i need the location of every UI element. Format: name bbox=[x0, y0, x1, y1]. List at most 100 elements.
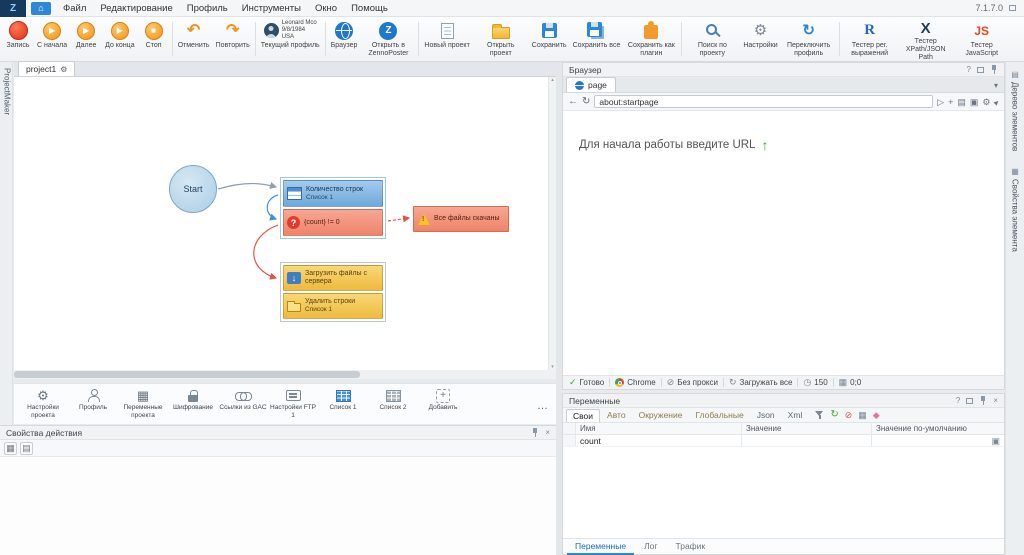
tab-element-tree[interactable]: ▤ Дерево элементов bbox=[1011, 70, 1020, 151]
step-next-button[interactable]: ▶ Далее bbox=[70, 18, 102, 60]
tab-json[interactable]: Json bbox=[751, 409, 781, 421]
pin-icon[interactable] bbox=[979, 396, 987, 405]
profile-item[interactable]: Профиль bbox=[68, 387, 118, 412]
project-settings-item[interactable]: ⚙ Настройки проекта bbox=[18, 387, 68, 419]
row-selector[interactable] bbox=[563, 435, 576, 446]
pin-icon[interactable] bbox=[531, 428, 539, 437]
add-tab-icon[interactable]: + bbox=[948, 97, 953, 107]
flow-canvas[interactable]: Start Количество строк Список 1 ? {count… bbox=[14, 77, 548, 370]
tab-xml[interactable]: Xml bbox=[782, 409, 809, 421]
help-icon[interactable]: ? bbox=[967, 65, 971, 74]
tab-list-dropdown-icon[interactable]: ▾ bbox=[988, 81, 1004, 92]
regex-tester-button[interactable]: R Тестер рег. выражений bbox=[842, 18, 898, 60]
save-all-button[interactable]: Сохранить все bbox=[570, 18, 624, 60]
list2-item[interactable]: Список 2 bbox=[368, 387, 418, 412]
tab-log[interactable]: Лог bbox=[636, 540, 665, 553]
copy-icon[interactable]: ▣ bbox=[991, 436, 1000, 445]
gac-links-item[interactable]: Ссылки из GAC bbox=[218, 387, 268, 412]
tab-traffic[interactable]: Трафик bbox=[668, 540, 714, 553]
page-source-icon[interactable]: ▤ bbox=[957, 97, 966, 107]
project-variables-item[interactable]: ▦ Переменные проекта bbox=[118, 387, 168, 419]
column-default[interactable]: Значение по-умолчанию bbox=[872, 423, 1004, 434]
categorized-view-button[interactable]: ▦ bbox=[4, 442, 17, 455]
redo-button[interactable]: ↷ Повторить bbox=[213, 18, 253, 60]
scrollbar-thumb[interactable] bbox=[14, 371, 360, 378]
browser-viewport[interactable]: Для начала работы введите URL ↑ bbox=[563, 111, 1004, 375]
filter-icon[interactable] bbox=[815, 411, 824, 420]
switch-profile-button[interactable]: ↻ Переключить профиль bbox=[781, 18, 837, 60]
proxy-selector[interactable]: ⊘Без прокси bbox=[667, 377, 718, 388]
close-icon[interactable]: × bbox=[545, 428, 550, 437]
delete-rows-block[interactable]: Удалить строки Список 1 bbox=[283, 293, 383, 319]
note-block[interactable]: ! Все файлы скачаны bbox=[413, 206, 509, 232]
variable-name-cell[interactable]: count bbox=[576, 435, 742, 446]
open-in-zennoposter-button[interactable]: Z Открыть в ZennoPoster bbox=[360, 18, 416, 60]
pointer-icon[interactable]: ▸ bbox=[992, 96, 1002, 106]
count-rows-block[interactable]: Количество строк Список 1 bbox=[283, 180, 383, 207]
play-from-start-button[interactable]: ▶ С начала bbox=[34, 18, 70, 60]
maximize-icon[interactable] bbox=[977, 67, 984, 73]
refresh-icon[interactable]: ↻ bbox=[830, 410, 838, 420]
back-icon[interactable]: ← bbox=[568, 97, 578, 107]
pin-icon[interactable] bbox=[990, 65, 998, 74]
tab-own-variables[interactable]: Свои bbox=[566, 409, 600, 422]
tab-element-properties[interactable]: ▦ Свойства элемента bbox=[1011, 167, 1020, 252]
close-icon[interactable]: × bbox=[993, 396, 998, 405]
maximize-icon[interactable] bbox=[966, 398, 973, 404]
delete-variable-icon[interactable]: ⊘ bbox=[845, 410, 853, 420]
alphabetical-view-button[interactable]: ▤ bbox=[20, 442, 33, 455]
menu-profile[interactable]: Профиль bbox=[180, 3, 235, 14]
column-name[interactable]: Имя bbox=[576, 423, 742, 434]
menu-tools[interactable]: Инструменты bbox=[235, 3, 308, 14]
menu-window[interactable]: Окно bbox=[308, 3, 344, 14]
action-group-bottom[interactable]: ↓ Загрузить файлы с сервера Удалить стро… bbox=[280, 262, 386, 322]
condition-block[interactable]: ? {count} != 0 bbox=[283, 209, 383, 236]
current-profile-button[interactable]: Leonard Mco 9/8/1984 USA Текущий профиль bbox=[258, 18, 323, 60]
timeout-indicator[interactable]: ◷150 bbox=[803, 377, 827, 388]
tab-auto-variables[interactable]: Авто bbox=[601, 409, 632, 421]
menu-help[interactable]: Помощь bbox=[344, 3, 395, 14]
address-bar[interactable] bbox=[594, 95, 933, 108]
refresh-icon[interactable]: ↻ bbox=[582, 97, 590, 107]
tab-variables[interactable]: Переменные bbox=[567, 540, 634, 555]
settings-button[interactable]: ⚙ Настройки bbox=[740, 18, 780, 60]
scroll-up-icon[interactable]: ▴ bbox=[551, 77, 554, 83]
menu-edit[interactable]: Редактирование bbox=[93, 3, 179, 14]
menu-file[interactable]: Файл bbox=[56, 3, 93, 14]
undo-button[interactable]: ↶ Отменить bbox=[175, 18, 213, 60]
help-icon[interactable]: ? bbox=[956, 396, 960, 405]
browser-button[interactable]: Браузер bbox=[328, 18, 361, 60]
js-tester-button[interactable]: JS Тестер JavaScript bbox=[954, 18, 1010, 60]
table-row[interactable]: count ▣ bbox=[563, 435, 1004, 447]
save-button[interactable]: Сохранить bbox=[529, 18, 570, 60]
copy-icon[interactable]: ▣ bbox=[970, 97, 979, 107]
canvas-horizontal-scrollbar[interactable] bbox=[14, 370, 556, 379]
gear-icon[interactable]: ⚙ bbox=[982, 97, 990, 107]
list1-item[interactable]: Список 1 bbox=[318, 387, 368, 412]
add-item-button[interactable]: + Добавить bbox=[418, 387, 468, 412]
engine-selector[interactable]: Chrome bbox=[615, 378, 655, 387]
left-dock-tab[interactable]: ProjectMaker bbox=[1, 68, 12, 115]
run-icon[interactable]: ▷ bbox=[937, 97, 944, 107]
variable-value-cell[interactable] bbox=[742, 435, 872, 446]
window-icon[interactable] bbox=[1009, 5, 1016, 11]
load-mode-selector[interactable]: ↻Загружать все bbox=[729, 377, 792, 388]
canvas-vertical-scrollbar[interactable]: ▴ ▾ bbox=[548, 77, 556, 370]
encryption-item[interactable]: Шифрование bbox=[168, 387, 218, 412]
project-tab-gear-icon[interactable]: ⚙ bbox=[60, 65, 67, 74]
app-logo-icon[interactable]: Z bbox=[0, 0, 26, 17]
home-icon[interactable]: ⌂ bbox=[31, 2, 51, 15]
play-to-end-button[interactable]: ▶ До конца bbox=[102, 18, 137, 60]
start-node[interactable]: Start bbox=[169, 165, 217, 213]
ftp-settings-item[interactable]: Настройки FTP 1 bbox=[268, 387, 318, 419]
action-group-top[interactable]: Количество строк Список 1 ? {count} != 0 bbox=[280, 177, 386, 239]
more-items-button[interactable]: … bbox=[537, 400, 552, 412]
column-value[interactable]: Значение bbox=[742, 423, 872, 434]
grid-view-icon[interactable]: ▦ bbox=[858, 410, 867, 421]
stop-button[interactable]: ■ Стоп bbox=[138, 18, 170, 60]
save-as-plugin-button[interactable]: Сохранить как плагин bbox=[623, 18, 679, 60]
eraser-icon[interactable]: ◆ bbox=[873, 410, 880, 420]
tab-environment-variables[interactable]: Окружение bbox=[633, 409, 689, 421]
xpath-tester-button[interactable]: X Тестер XPath/JSON Path bbox=[898, 18, 954, 60]
project-search-button[interactable]: Поиск по проекту bbox=[684, 18, 740, 60]
